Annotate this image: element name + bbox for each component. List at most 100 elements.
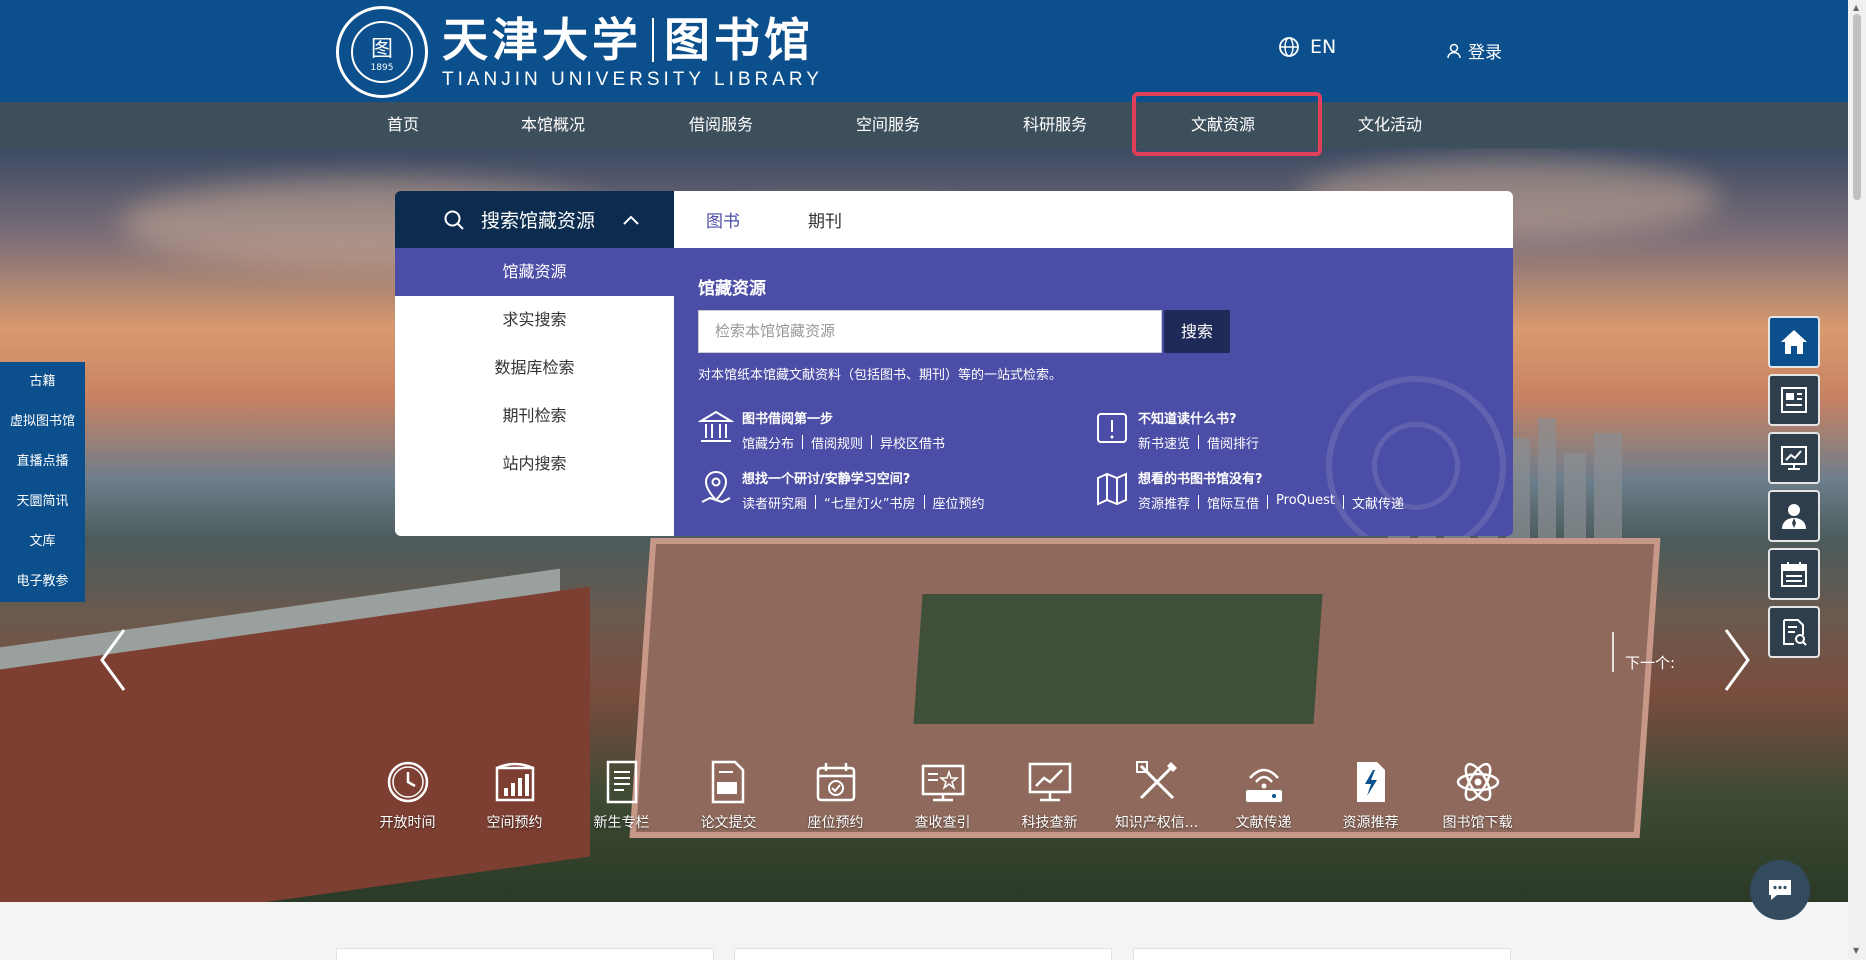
calendar-button[interactable] (1768, 548, 1820, 600)
library-building-icon (698, 410, 734, 442)
thesis-submit-icon (711, 760, 744, 804)
search-panel-header[interactable]: 搜索馆藏资源 (395, 191, 674, 248)
sidebar-item-news[interactable]: 天圜简讯 (0, 482, 85, 522)
atom-download-icon (1456, 762, 1499, 802)
service-label: 科技查新 (1021, 815, 1078, 831)
service-document-delivery[interactable]: 文献传递 (1210, 758, 1317, 832)
nav-item-home[interactable]: 首页 (343, 102, 463, 148)
nav-item-research[interactable]: 科研服务 (995, 102, 1115, 148)
link-cross-campus-borrow[interactable]: 异校区借书 (880, 433, 945, 452)
home-button[interactable] (1768, 316, 1820, 368)
service-seat-booking[interactable]: 座位预约 (782, 758, 889, 832)
link-resource-recommend[interactable]: 资源推荐 (1138, 493, 1190, 512)
statistics-button[interactable] (1768, 432, 1820, 484)
search-icon (444, 210, 464, 230)
clock-icon (387, 761, 428, 803)
logo-library-name: 图书馆 (664, 13, 814, 67)
search-form-title: 馆藏资源 (698, 279, 766, 299)
nav-item-space[interactable]: 空间服务 (828, 102, 948, 148)
chevron-right-icon (1724, 629, 1750, 691)
content-card[interactable] (734, 948, 1112, 960)
service-label: 文献传递 (1235, 815, 1292, 831)
sidebar-item-virtual-library[interactable]: 虚拟图书馆 (0, 402, 85, 442)
content-card[interactable] (1133, 948, 1511, 960)
news-icon (1781, 387, 1807, 413)
service-quick-row: 开放时间 空间预约 新生专栏 论文提交 座位预约 查收查引 科技查新 知识产权信… (354, 758, 1531, 832)
carousel-next-button[interactable] (1722, 628, 1752, 696)
quick-link-what-to-read: 不知道读什么书? 新书速览 借阅排行 (1094, 408, 1259, 452)
nav-item-overview[interactable]: 本馆概况 (493, 102, 613, 148)
sidebar-item-live-vod[interactable]: 直播点播 (0, 442, 85, 482)
login-label: 登录 (1468, 43, 1502, 63)
map-icon (1097, 472, 1127, 506)
screen-chart-icon (1781, 446, 1807, 470)
content-card[interactable] (336, 948, 714, 960)
quick-link-title: 图书借阅第一步 (742, 412, 834, 427)
sidebar-item-e-reserves[interactable]: 电子教参 (0, 562, 85, 602)
librarian-button[interactable] (1768, 490, 1820, 542)
sidebar-item-repository[interactable]: 文库 (0, 522, 85, 562)
quick-link-title: 想找一个研讨/安静学习空间? (742, 472, 911, 487)
link-collection-distribution[interactable]: 馆藏分布 (742, 433, 794, 452)
service-citation-search[interactable]: 查收查引 (889, 758, 996, 832)
link-borrowing-rules[interactable]: 借阅规则 (811, 433, 863, 452)
logo-university-name: 天津大学 (442, 13, 642, 67)
search-menu-item-site[interactable]: 站内搜索 (395, 440, 674, 488)
university-seal-icon: 图 1895 (336, 6, 428, 98)
sidebar-item-ancient-books[interactable]: 古籍 (0, 362, 85, 402)
chat-bubble-icon (1769, 880, 1791, 900)
document-search-button[interactable] (1768, 606, 1820, 658)
service-label: 资源推荐 (1342, 815, 1399, 831)
tab-books[interactable]: 图书 (706, 207, 740, 232)
service-label: 新生专栏 (593, 815, 650, 831)
search-button[interactable]: 搜索 (1164, 310, 1230, 353)
ip-info-icon (1135, 761, 1177, 800)
search-menu-item-qiushi[interactable]: 求实搜索 (395, 296, 674, 344)
service-newcomer[interactable]: 新生专栏 (568, 758, 675, 832)
collection-search-input[interactable]: 检索本馆馆藏资源 (698, 310, 1162, 353)
chat-button[interactable] (1750, 860, 1810, 920)
service-ip-info[interactable]: 知识产权信... (1103, 758, 1210, 832)
document-search-icon (1783, 619, 1807, 646)
link-seat-booking[interactable]: 座位预约 (933, 493, 985, 512)
scroll-down-icon[interactable]: ▼ (1853, 946, 1859, 955)
link-proquest[interactable]: ProQuest (1276, 493, 1335, 512)
quick-link-title: 想看的书图书馆没有? (1138, 472, 1263, 487)
resource-recommend-icon (1356, 762, 1385, 802)
calendar-icon (1781, 562, 1807, 587)
service-resource-recommend[interactable]: 资源推荐 (1317, 758, 1424, 832)
location-pin-icon (701, 470, 731, 504)
service-space-booking[interactable]: 空间预约 (461, 758, 568, 832)
scroll-up-icon[interactable]: ▲ (1853, 3, 1859, 12)
tab-journals[interactable]: 期刊 (808, 207, 842, 232)
search-menu-item-journal[interactable]: 期刊检索 (395, 392, 674, 440)
link-new-books[interactable]: 新书速览 (1138, 433, 1190, 452)
university-seal-watermark-icon (1326, 376, 1506, 536)
link-borrow-ranking[interactable]: 借阅排行 (1207, 433, 1259, 452)
page-scrollbar[interactable]: ▲ ▼ (1848, 0, 1866, 960)
service-opening-hours[interactable]: 开放时间 (354, 758, 461, 832)
news-button[interactable] (1768, 374, 1820, 426)
search-menu-item-database[interactable]: 数据库检索 (395, 344, 674, 392)
link-interlibrary-loan[interactable]: 馆际互借 (1207, 493, 1259, 512)
login-button[interactable]: 登录 (1446, 38, 1502, 63)
nav-item-culture[interactable]: 文化活动 (1330, 102, 1450, 148)
nav-item-borrowing[interactable]: 借阅服务 (661, 102, 781, 148)
chevron-up-icon[interactable] (623, 215, 639, 225)
service-thesis-submit[interactable]: 论文提交 (675, 758, 782, 832)
chevron-left-icon (100, 629, 126, 691)
citation-search-icon (921, 764, 964, 802)
library-logo[interactable]: 图 1895 天津大学 图书馆 TIANJIN UNIVERSITY LIBRA… (336, 6, 823, 98)
link-reader-study-room[interactable]: 读者研究厢 (742, 493, 807, 512)
quick-link-study-space: 想找一个研讨/安静学习空间? 读者研究厢 “七星灯火”书房 座位预约 (698, 468, 985, 512)
service-novelty-search[interactable]: 科技查新 (996, 758, 1103, 832)
search-form-area: 馆藏资源 检索本馆馆藏资源 搜索 对本馆纸本馆藏文献资料（包括图书、期刊）等的一… (674, 248, 1513, 536)
search-menu-item-collection[interactable]: 馆藏资源 (395, 248, 674, 296)
carousel-prev-button[interactable] (98, 628, 128, 696)
home-icon (1781, 330, 1807, 354)
scrollbar-thumb[interactable] (1853, 14, 1861, 200)
link-qixing-study[interactable]: “七星灯火”书房 (824, 493, 915, 512)
link-document-delivery[interactable]: 文献传递 (1352, 493, 1404, 512)
language-switch[interactable]: EN (1278, 36, 1336, 58)
service-library-download[interactable]: 图书馆下载 (1424, 758, 1531, 832)
